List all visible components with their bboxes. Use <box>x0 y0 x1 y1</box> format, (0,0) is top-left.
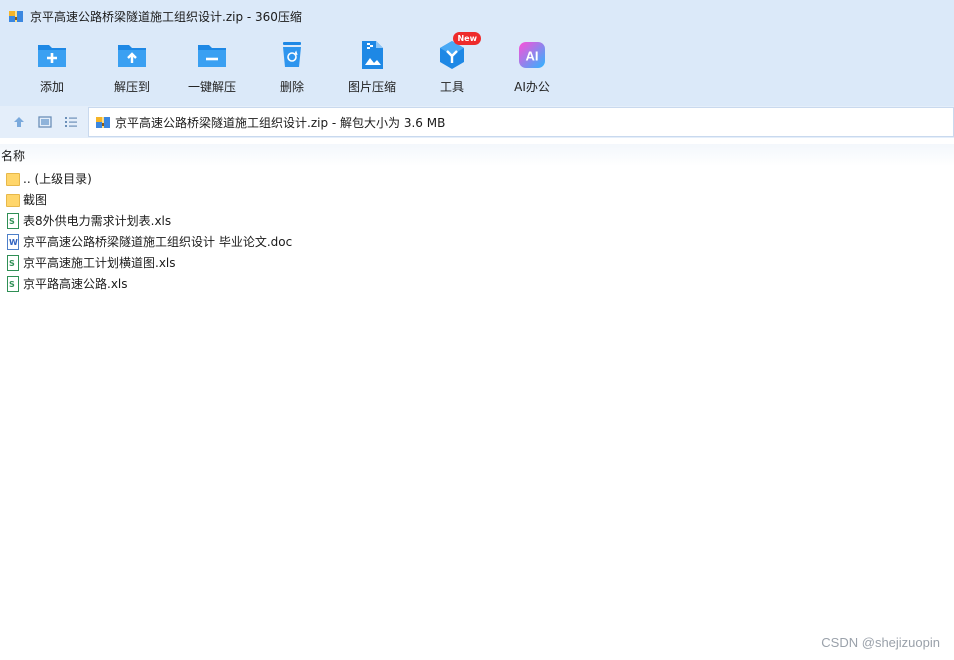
file-name: 截图 <box>23 193 48 207</box>
thumbnail-view-button[interactable] <box>33 110 57 134</box>
image-compress-label: 图片压缩 <box>347 80 396 94</box>
ai-office-button[interactable]: AI AI办公 <box>492 38 572 100</box>
file-name: 京平路高速公路.xls <box>23 277 128 291</box>
title-bar: 京平高速公路桥梁隧道施工组织设计.zip - 360压缩 <box>0 0 954 32</box>
toolbar: 添加 解压到 一键解压 删除 图片压缩 New 工具 AI AI办公 <box>0 32 954 106</box>
list-item[interactable]: S 表8外供电力需求计划表.xls <box>0 210 954 231</box>
watermark: CSDN @shejizuopin <box>821 635 940 650</box>
extract-to-label: 解压到 <box>113 80 150 94</box>
tools-icon: New <box>435 32 481 72</box>
file-name: 京平高速施工计划横道图.xls <box>23 256 176 270</box>
folder-icon <box>6 171 20 187</box>
list-item[interactable]: W 京平高速公路桥梁隧道施工组织设计 毕业论文.doc <box>0 231 954 252</box>
image-compress-button[interactable]: 图片压缩 <box>332 38 412 100</box>
recycle-bin-icon <box>275 38 309 72</box>
file-name: .. (上级目录) <box>23 172 92 186</box>
add-button[interactable]: 添加 <box>12 38 92 100</box>
list-view-icon <box>65 117 77 127</box>
list-header: 名称 <box>0 144 954 166</box>
excel-file-icon: S <box>6 254 20 271</box>
ai-office-icon: AI <box>515 38 549 72</box>
one-click-extract-label: 一键解压 <box>187 80 236 94</box>
one-click-extract-button[interactable]: 一键解压 <box>172 38 252 100</box>
zip-archive-icon <box>95 114 111 130</box>
list-view-button[interactable] <box>59 110 83 134</box>
ai-icon-text: AI <box>526 49 539 64</box>
column-header-name[interactable]: 名称 <box>1 147 25 164</box>
delete-label: 删除 <box>279 80 304 94</box>
window-title: 京平高速公路桥梁隧道施工组织设计.zip - 360压缩 <box>30 9 302 24</box>
address-bar[interactable]: 京平高速公路桥梁隧道施工组织设计.zip - 解包大小为 3.6 MB <box>88 107 954 137</box>
extract-to-button[interactable]: 解压到 <box>92 38 172 100</box>
word-file-icon: W <box>6 233 20 250</box>
up-level-button[interactable] <box>7 110 31 134</box>
thumbnail-view-icon <box>38 116 52 128</box>
list-item[interactable]: S 京平路高速公路.xls <box>0 273 954 294</box>
file-list: .. (上级目录) 截图 S 表8外供电力需求计划表.xls W 京平高速公路桥… <box>0 168 954 294</box>
add-label: 添加 <box>39 80 64 94</box>
ai-office-label: AI办公 <box>514 80 550 94</box>
file-name: 表8外供电力需求计划表.xls <box>23 214 172 228</box>
tools-label: 工具 <box>439 80 464 94</box>
list-item-parent-directory[interactable]: .. (上级目录) <box>0 168 954 189</box>
list-item[interactable]: 截图 <box>0 189 954 210</box>
folder-icon <box>6 192 20 208</box>
zip-archive-icon <box>8 8 24 24</box>
list-item[interactable]: S 京平高速施工计划横道图.xls <box>0 252 954 273</box>
arrow-up-icon <box>14 117 24 127</box>
file-name: 京平高速公路桥梁隧道施工组织设计 毕业论文.doc <box>23 235 293 249</box>
image-compress-icon <box>355 38 389 72</box>
navigation-bar: 京平高速公路桥梁隧道施工组织设计.zip - 解包大小为 3.6 MB <box>0 106 954 138</box>
extract-to-icon <box>115 38 149 72</box>
add-folder-icon <box>35 38 69 72</box>
excel-file-icon: S <box>6 212 20 229</box>
new-badge: New <box>453 32 481 45</box>
excel-file-icon: S <box>6 275 20 292</box>
one-click-extract-icon <box>195 38 229 72</box>
tools-button[interactable]: New 工具 <box>412 32 492 100</box>
delete-button[interactable]: 删除 <box>252 38 332 100</box>
address-text: 京平高速公路桥梁隧道施工组织设计.zip - 解包大小为 3.6 MB <box>115 115 446 130</box>
